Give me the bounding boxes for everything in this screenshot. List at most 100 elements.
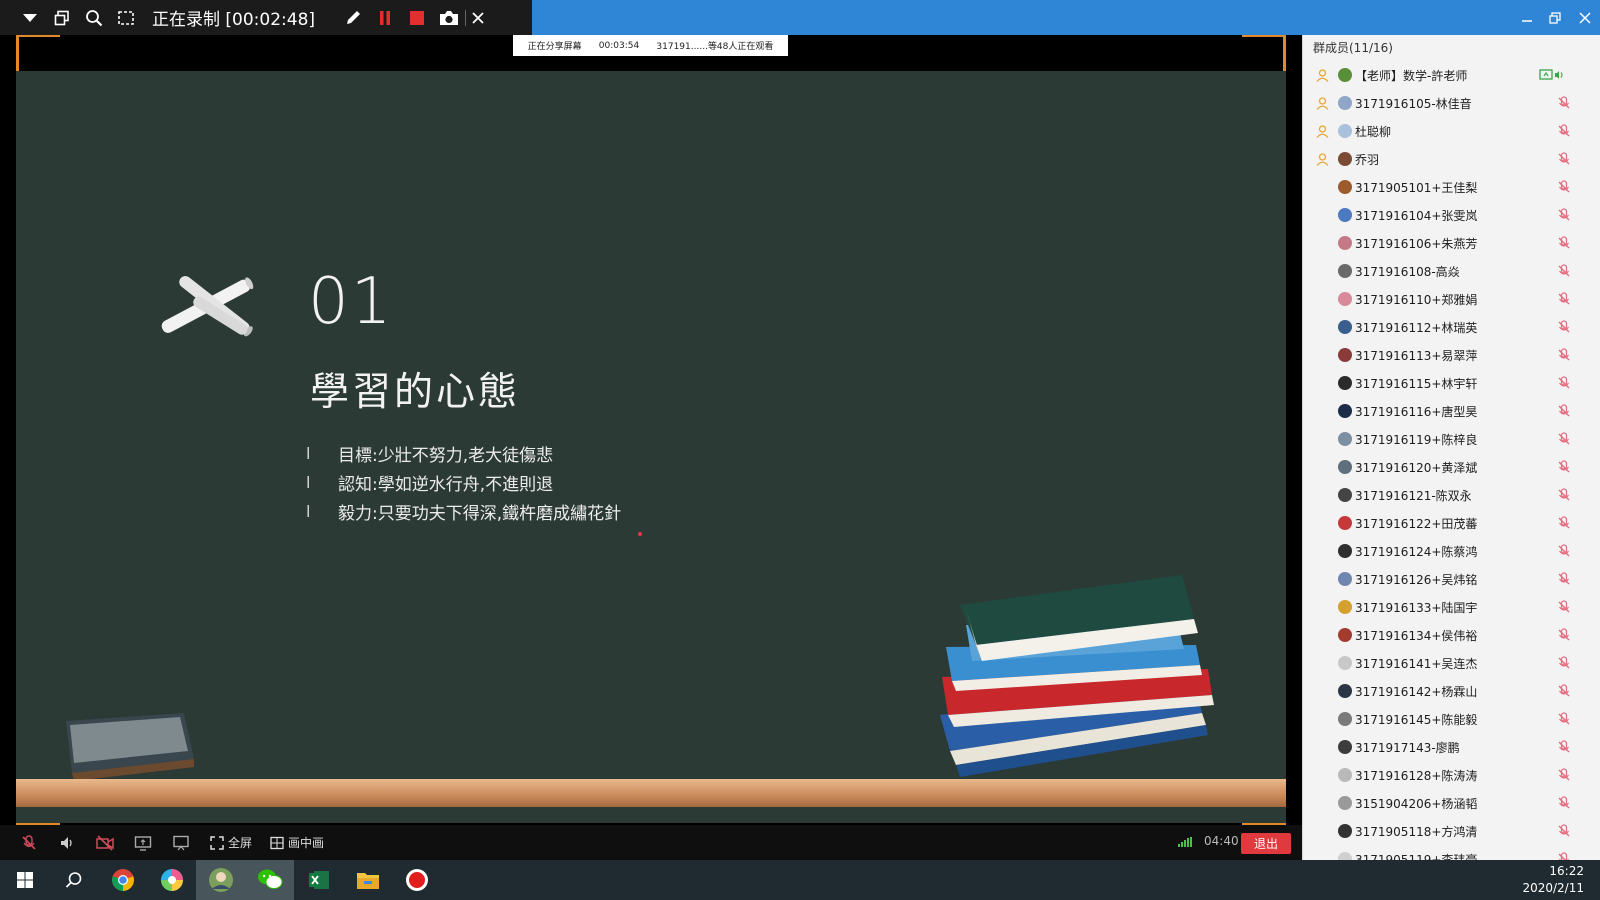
user-avatar-app-icon[interactable] — [196, 860, 245, 900]
search-icon[interactable] — [49, 860, 98, 900]
excel-icon[interactable] — [294, 860, 343, 900]
mic-off-icon[interactable] — [1557, 292, 1571, 306]
fullscreen-button[interactable]: 全屏 — [210, 834, 252, 851]
member-item[interactable]: 3171916106+朱燕芳 — [1303, 229, 1600, 257]
member-name: 3171916104+张雯岚 — [1355, 209, 1478, 223]
member-item[interactable]: 3171916133+陆国宇 — [1303, 593, 1600, 621]
mic-off-icon[interactable] — [1557, 320, 1571, 334]
chrome-icon[interactable] — [98, 860, 147, 900]
close-window-icon[interactable] — [1570, 0, 1600, 35]
member-item[interactable]: 3171916124+陈蔡鸿 — [1303, 537, 1600, 565]
pen-icon[interactable] — [337, 0, 369, 35]
restore-icon[interactable] — [1540, 0, 1570, 35]
mic-off-icon[interactable] — [1557, 264, 1571, 278]
members-header: 群成员(11/16) — [1313, 41, 1393, 55]
member-item[interactable]: 乔羽 — [1303, 145, 1600, 173]
member-item[interactable]: 【老师】数学-許老师 — [1303, 61, 1600, 89]
member-name: 3171905119+李玮豪 — [1355, 853, 1478, 860]
file-explorer-icon[interactable] — [343, 860, 392, 900]
window-mode-icon[interactable] — [46, 0, 78, 35]
pip-label: 画中画 — [288, 836, 325, 850]
mic-off-icon[interactable] — [1557, 124, 1571, 138]
member-item[interactable]: 3171916128+陈涛涛 — [1303, 761, 1600, 789]
bullet-item: l 認知:學如逆水行舟,不進則退 — [306, 468, 621, 497]
member-item[interactable]: 3171905101+王佳梨 — [1303, 173, 1600, 201]
camera-off-icon[interactable] — [86, 834, 124, 851]
mic-off-icon[interactable] — [1557, 796, 1571, 810]
mic-off-icon[interactable] — [1557, 488, 1571, 502]
mic-off-icon[interactable] — [1557, 628, 1571, 642]
speaker-icon[interactable] — [48, 835, 86, 851]
mic-off-icon[interactable] — [1557, 572, 1571, 586]
mic-off-icon[interactable] — [1557, 208, 1571, 222]
mic-off-icon[interactable] — [1557, 236, 1571, 250]
mic-off-icon[interactable] — [1557, 600, 1571, 614]
mic-off-icon[interactable] — [1557, 96, 1571, 110]
start-icon[interactable] — [0, 860, 49, 900]
minimize-icon[interactable] — [1512, 0, 1542, 35]
member-item[interactable]: 3171916104+张雯岚 — [1303, 201, 1600, 229]
member-item[interactable]: 3171905119+李玮豪 — [1303, 845, 1600, 860]
member-avatar — [1338, 180, 1352, 194]
member-item[interactable]: 3171916116+唐型昊 — [1303, 397, 1600, 425]
chalk-ledge — [16, 779, 1286, 807]
mic-off-icon[interactable] — [1557, 656, 1571, 670]
mic-off-icon[interactable] — [1557, 376, 1571, 390]
member-item[interactable]: 3171916119+陈梓良 — [1303, 425, 1600, 453]
mic-off-icon[interactable] — [1557, 516, 1571, 530]
taskbar-clock[interactable]: 16:22 2020/2/11 — [1522, 863, 1584, 897]
member-item[interactable]: 3171916113+易翠萍 — [1303, 341, 1600, 369]
member-item[interactable]: 杜聪柳 — [1303, 117, 1600, 145]
region-select-icon[interactable] — [110, 0, 142, 35]
member-item[interactable]: 3171916145+陈能毅 — [1303, 705, 1600, 733]
member-item[interactable]: 3171916120+黄泽斌 — [1303, 453, 1600, 481]
pip-button[interactable]: 画中画 — [270, 834, 324, 851]
recording-toolbar: 正在录制 [00:02:48] — [0, 0, 532, 35]
whiteboard-icon[interactable] — [162, 835, 200, 851]
member-item[interactable]: 3171916115+林宇轩 — [1303, 369, 1600, 397]
member-item[interactable]: 3171916122+田茂蕃 — [1303, 509, 1600, 537]
mic-off-icon[interactable] — [1557, 768, 1571, 782]
mic-off-icon[interactable] — [1557, 404, 1571, 418]
member-item[interactable]: 3171916105-林佳音 — [1303, 89, 1600, 117]
stop-icon[interactable] — [401, 0, 433, 35]
mic-off-icon[interactable] — [1557, 684, 1571, 698]
zoom-icon[interactable] — [78, 0, 110, 35]
mic-off-icon[interactable] — [10, 834, 48, 851]
mic-off-icon[interactable] — [1557, 544, 1571, 558]
pause-icon[interactable] — [369, 0, 401, 35]
screen-share-icon[interactable] — [124, 835, 162, 851]
wechat-icon[interactable] — [245, 860, 294, 900]
member-avatar — [1338, 656, 1352, 670]
close-recording-icon[interactable] — [465, 9, 489, 26]
online-user-icon — [1316, 69, 1329, 82]
mic-off-icon[interactable] — [1557, 852, 1571, 860]
dropdown-icon[interactable] — [14, 0, 46, 35]
member-avatar — [1338, 768, 1352, 782]
member-item[interactable]: 3171917143-廖鹏 — [1303, 733, 1600, 761]
mic-off-icon[interactable] — [1557, 432, 1571, 446]
member-item[interactable]: 3171916108-高焱 — [1303, 257, 1600, 285]
member-avatar — [1338, 544, 1352, 558]
mic-off-icon[interactable] — [1557, 152, 1571, 166]
color-app-icon[interactable] — [147, 860, 196, 900]
camera-icon[interactable] — [433, 0, 465, 35]
member-item[interactable]: 3171916134+侯伟裕 — [1303, 621, 1600, 649]
member-item[interactable]: 3171905118+方鸿清 — [1303, 817, 1600, 845]
member-item[interactable]: 3171916141+吴连杰 — [1303, 649, 1600, 677]
member-item[interactable]: 3171916121-陈双永 — [1303, 481, 1600, 509]
recorder-app-icon[interactable] — [392, 860, 441, 900]
mic-off-icon[interactable] — [1557, 348, 1571, 362]
mic-off-icon[interactable] — [1557, 712, 1571, 726]
member-item[interactable]: 3151904206+杨涵韬 — [1303, 789, 1600, 817]
member-item[interactable]: 3171916126+吴炜铭 — [1303, 565, 1600, 593]
mic-off-icon[interactable] — [1557, 180, 1571, 194]
exit-button[interactable]: 退出 — [1241, 833, 1291, 854]
member-item[interactable]: 3171916110+郑雅娟 — [1303, 285, 1600, 313]
member-item[interactable]: 3171916112+林瑞英 — [1303, 313, 1600, 341]
member-item[interactable]: 3171916142+杨霖山 — [1303, 677, 1600, 705]
mic-off-icon[interactable] — [1557, 740, 1571, 754]
mic-off-icon[interactable] — [1557, 460, 1571, 474]
mic-off-icon[interactable] — [1557, 824, 1571, 838]
member-avatar — [1338, 796, 1352, 810]
